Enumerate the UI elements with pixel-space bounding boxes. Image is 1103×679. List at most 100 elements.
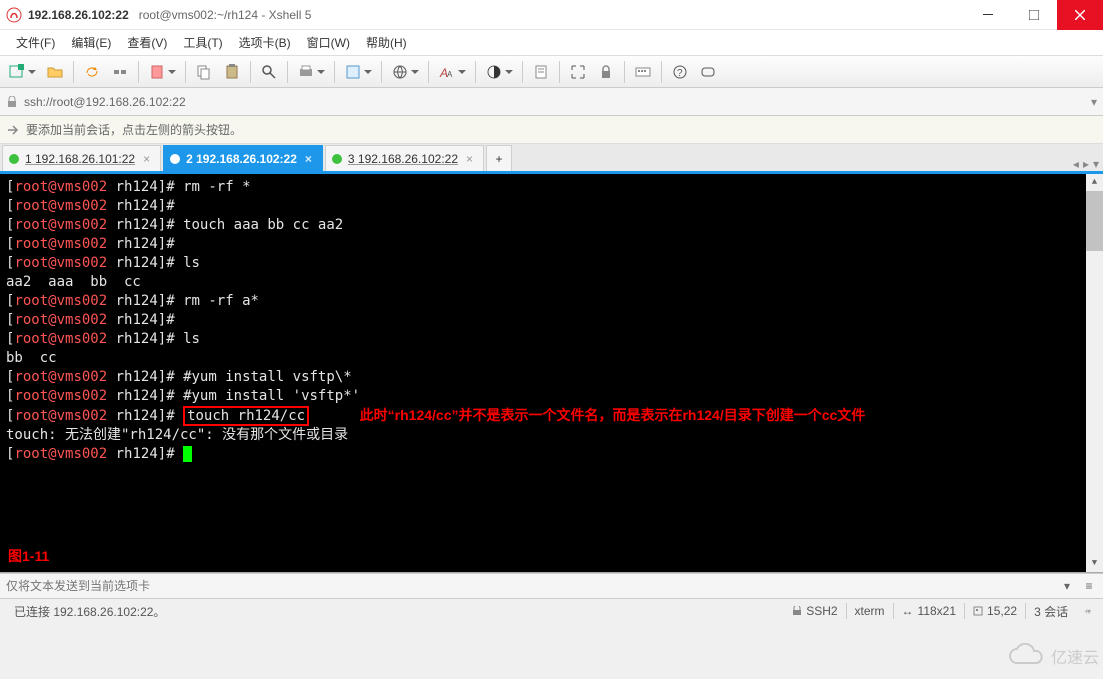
menu-tabs[interactable]: 选项卡(B)	[231, 30, 299, 56]
session-tab-2[interactable]: 2 192.168.26.102:22 ×	[163, 145, 323, 171]
tab-prev-icon[interactable]: ◂	[1073, 157, 1079, 171]
figure-label: 图1-11	[8, 547, 49, 566]
status-connected: 已连接 192.168.26.102:22。	[6, 603, 173, 620]
menu-file[interactable]: 文件(F)	[8, 30, 63, 56]
toolbar-sep	[185, 61, 186, 83]
find-button[interactable]	[256, 59, 282, 85]
lock-icon	[792, 606, 802, 616]
status-dot-icon	[9, 154, 19, 164]
status-cursor: 15,22	[965, 604, 1025, 618]
tab-next-icon[interactable]: ▸	[1083, 157, 1089, 171]
profile-button[interactable]	[144, 59, 180, 85]
menu-view[interactable]: 查看(V)	[119, 30, 175, 56]
svg-text:A: A	[447, 70, 453, 79]
toolbar-sep	[428, 61, 429, 83]
disconnect-button[interactable]	[107, 59, 133, 85]
session-tab-3[interactable]: 3 192.168.26.102:22 ×	[325, 145, 484, 171]
watermark: 亿速云	[1007, 633, 1099, 679]
status-dot-icon	[332, 154, 342, 164]
log-button[interactable]	[528, 59, 554, 85]
terminal[interactable]: [root@vms002 rh124]# rm -rf * [root@vms0…	[0, 174, 1103, 573]
menu-edit[interactable]: 编辑(E)	[63, 30, 119, 56]
address-dropdown-icon[interactable]: ▾	[1091, 95, 1097, 109]
terminal-scrollbar[interactable]: ▲ ▼	[1086, 174, 1103, 572]
scroll-down-icon[interactable]: ▼	[1086, 555, 1103, 572]
scroll-up-icon[interactable]: ▲	[1086, 174, 1103, 191]
new-tab-button[interactable]: +	[486, 145, 512, 171]
status-size: ↔ 118x21	[894, 604, 964, 618]
new-session-button[interactable]	[4, 59, 40, 85]
menu-window[interactable]: 窗口(W)	[299, 30, 358, 56]
toolbar-sep	[522, 61, 523, 83]
status-dot-icon	[170, 154, 180, 164]
compose-bar: ▾ ≡	[0, 573, 1103, 599]
app-icon	[6, 7, 22, 23]
svg-text:?: ?	[677, 68, 683, 79]
toolbar-sep	[138, 61, 139, 83]
toolbar-sep	[559, 61, 560, 83]
tip-text: 要添加当前会话，点击左侧的箭头按钮。	[26, 121, 242, 138]
status-bar: 已连接 192.168.26.102:22。 SSH2 xterm ↔ 118x…	[0, 599, 1103, 623]
maximize-button[interactable]	[1011, 0, 1057, 30]
scroll-thumb[interactable]	[1086, 191, 1103, 251]
arrow-add-icon[interactable]	[6, 123, 20, 137]
close-button[interactable]	[1057, 0, 1103, 30]
toolbar-sep	[475, 61, 476, 83]
tab-close-icon[interactable]: ×	[466, 152, 473, 166]
properties-button[interactable]	[340, 59, 376, 85]
window-buttons	[965, 0, 1103, 30]
main-toolbar: AA ?	[0, 56, 1103, 88]
toolbar-sep	[287, 61, 288, 83]
compose-button[interactable]	[695, 59, 721, 85]
terminal-content[interactable]: [root@vms002 rh124]# rm -rf * [root@vms0…	[6, 178, 1097, 464]
keymap-button[interactable]	[630, 59, 656, 85]
tab-label: 1 192.168.26.101:22	[25, 152, 135, 166]
watermark-text: 亿速云	[1051, 644, 1099, 668]
address-text[interactable]: ssh://root@192.168.26.102:22	[24, 95, 1091, 109]
position-icon	[973, 606, 983, 616]
toolbar-sep	[381, 61, 382, 83]
title-address: 192.168.26.102:22	[28, 8, 129, 22]
lock-button[interactable]	[593, 59, 619, 85]
color-scheme-button[interactable]	[481, 59, 517, 85]
toolbar-sep	[661, 61, 662, 83]
session-tabs: 1 192.168.26.101:22 × 2 192.168.26.102:2…	[0, 144, 1103, 174]
toolbar-sep	[334, 61, 335, 83]
print-button[interactable]	[293, 59, 329, 85]
status-grip: + ▾	[1076, 607, 1097, 616]
tab-label: 3 192.168.26.102:22	[348, 152, 458, 166]
address-bar: ssh://root@192.168.26.102:22 ▾	[0, 88, 1103, 116]
toolbar-sep	[624, 61, 625, 83]
session-tab-1[interactable]: 1 192.168.26.101:22 ×	[2, 145, 161, 171]
tab-close-icon[interactable]: ×	[305, 152, 312, 166]
help-button[interactable]: ?	[667, 59, 693, 85]
toolbar-sep	[250, 61, 251, 83]
toolbar-sep	[73, 61, 74, 83]
status-protocol: SSH2	[784, 604, 845, 618]
title-bar: 192.168.26.102:22 root@vms002:~/rh124 - …	[0, 0, 1103, 30]
menu-help[interactable]: 帮助(H)	[358, 30, 415, 56]
lock-icon	[6, 96, 18, 108]
minimize-button[interactable]	[965, 0, 1011, 30]
compose-input[interactable]	[0, 574, 1057, 598]
tip-bar: 要添加当前会话，点击左侧的箭头按钮。	[0, 116, 1103, 144]
title-caption: root@vms002:~/rh124 - Xshell 5	[139, 8, 312, 22]
status-termtype: xterm	[847, 604, 893, 618]
fullscreen-button[interactable]	[565, 59, 591, 85]
paste-button[interactable]	[219, 59, 245, 85]
copy-button[interactable]	[191, 59, 217, 85]
reconnect-button[interactable]	[79, 59, 105, 85]
open-button[interactable]	[42, 59, 68, 85]
menu-tools[interactable]: 工具(T)	[175, 30, 230, 56]
compose-target-dropdown[interactable]: ▾	[1057, 576, 1077, 596]
cloud-icon	[1007, 643, 1047, 669]
tab-menu-icon[interactable]: ▾	[1093, 157, 1099, 171]
tunnel-button[interactable]	[387, 59, 423, 85]
status-sessions: 3 会话	[1026, 603, 1076, 620]
menu-bar: 文件(F) 编辑(E) 查看(V) 工具(T) 选项卡(B) 窗口(W) 帮助(…	[0, 30, 1103, 56]
font-button[interactable]: AA	[434, 59, 470, 85]
tab-close-icon[interactable]: ×	[143, 152, 150, 166]
resize-icon: ↔	[902, 604, 914, 618]
compose-menu-icon[interactable]: ≡	[1079, 576, 1099, 596]
tab-label: 2 192.168.26.102:22	[186, 152, 297, 166]
